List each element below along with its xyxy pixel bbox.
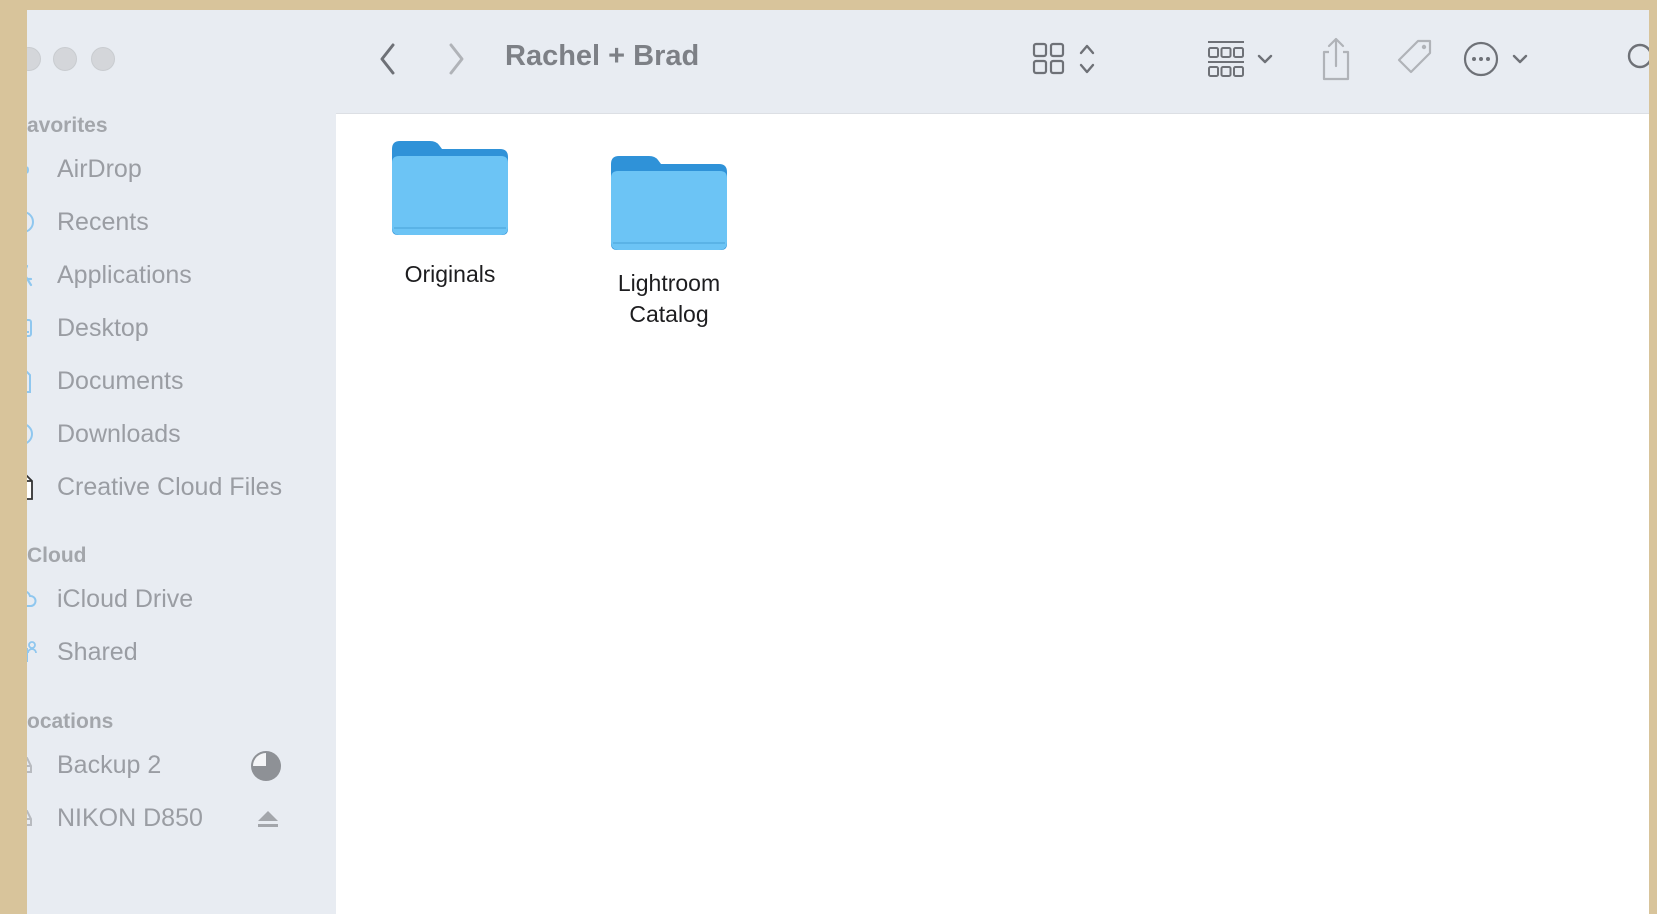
sidebar-item-label: Applications (57, 261, 192, 289)
sidebar-item-backup-2[interactable]: Backup 2 (27, 744, 327, 786)
sidebar-item-label: AirDrop (57, 155, 142, 183)
folder-item[interactable]: Originals (365, 139, 535, 290)
desktop-icon (27, 319, 32, 337)
tag-icon[interactable] (1394, 36, 1436, 82)
sidebar-item-recents[interactable]: Recents (27, 201, 327, 243)
drive-icon (27, 757, 32, 773)
sidebar-item-airdrop[interactable]: AirDrop (27, 148, 327, 190)
folder-icon (392, 141, 508, 235)
file-browser-content: Originals Lightroom Catalog (336, 114, 1649, 914)
window-controls (27, 47, 227, 71)
folder-name: Lightroom Catalog (617, 270, 721, 327)
icon-grid-view-icon[interactable] (1032, 36, 1102, 82)
applications-icon (27, 264, 33, 287)
sidebar-item-desktop[interactable]: Desktop (27, 307, 327, 349)
sidebar: avorites AirDrop Recents Applications De… (27, 10, 337, 914)
folder-name: Originals (404, 261, 496, 287)
sidebar-item-nikon-d850[interactable]: NIKON D850 (27, 797, 327, 839)
group-by-icon[interactable] (1208, 36, 1278, 82)
document-icon (27, 370, 31, 393)
sidebar-item-label: Downloads (57, 420, 181, 448)
chevron-left-icon[interactable] (374, 36, 402, 82)
finder-window: avorites AirDrop Recents Applications De… (27, 10, 1649, 914)
section-title-favorites: avorites (27, 114, 108, 137)
sidebar-item-label: iCloud Drive (57, 585, 194, 613)
disk-usage-pie-icon (251, 751, 281, 781)
sidebar-item-label: Backup 2 (57, 751, 162, 779)
sidebar-item-label: Desktop (57, 314, 149, 342)
zoom-window-button[interactable] (91, 47, 115, 71)
sidebar-item-documents[interactable]: Documents (27, 360, 327, 402)
minimize-window-button[interactable] (53, 47, 77, 71)
sidebar-item-label: Recents (57, 208, 149, 236)
drive-icon (27, 810, 32, 826)
share-icon[interactable] (1319, 36, 1353, 82)
toolbar: Rachel + Brad (336, 10, 1649, 114)
sidebar-item-creative-cloud-files[interactable]: Creative Cloud Files (27, 466, 327, 508)
eject-icon[interactable] (252, 803, 284, 835)
download-icon (27, 424, 33, 444)
sidebar-item-label: NIKON D850 (57, 804, 203, 832)
close-window-button[interactable] (27, 47, 41, 71)
sidebar-item-downloads[interactable]: Downloads (27, 413, 327, 455)
window-title: Rachel + Brad (505, 40, 700, 72)
shared-folder-icon (27, 641, 37, 662)
section-title-locations: ocations (27, 710, 114, 733)
airdrop-icon (27, 166, 29, 174)
more-actions-icon[interactable] (1453, 36, 1533, 82)
folder-item[interactable]: Lightroom Catalog (584, 154, 754, 330)
sidebar-item-applications[interactable]: Applications (27, 254, 327, 296)
sidebar-item-shared[interactable]: Shared (27, 631, 327, 673)
clock-icon (27, 211, 34, 233)
sidebar-item-label: Creative Cloud Files (57, 473, 283, 501)
sidebar-item-label: Documents (57, 367, 184, 395)
file-icon (27, 474, 33, 500)
sidebar-item-icloud-drive[interactable]: iCloud Drive (27, 578, 327, 620)
cloud-icon (27, 591, 37, 607)
chevron-right-icon[interactable] (442, 36, 470, 82)
sidebar-item-label: Shared (57, 638, 138, 666)
section-title-icloud: Cloud (27, 544, 87, 567)
folder-icon (611, 156, 727, 250)
search-icon[interactable] (1620, 36, 1649, 82)
